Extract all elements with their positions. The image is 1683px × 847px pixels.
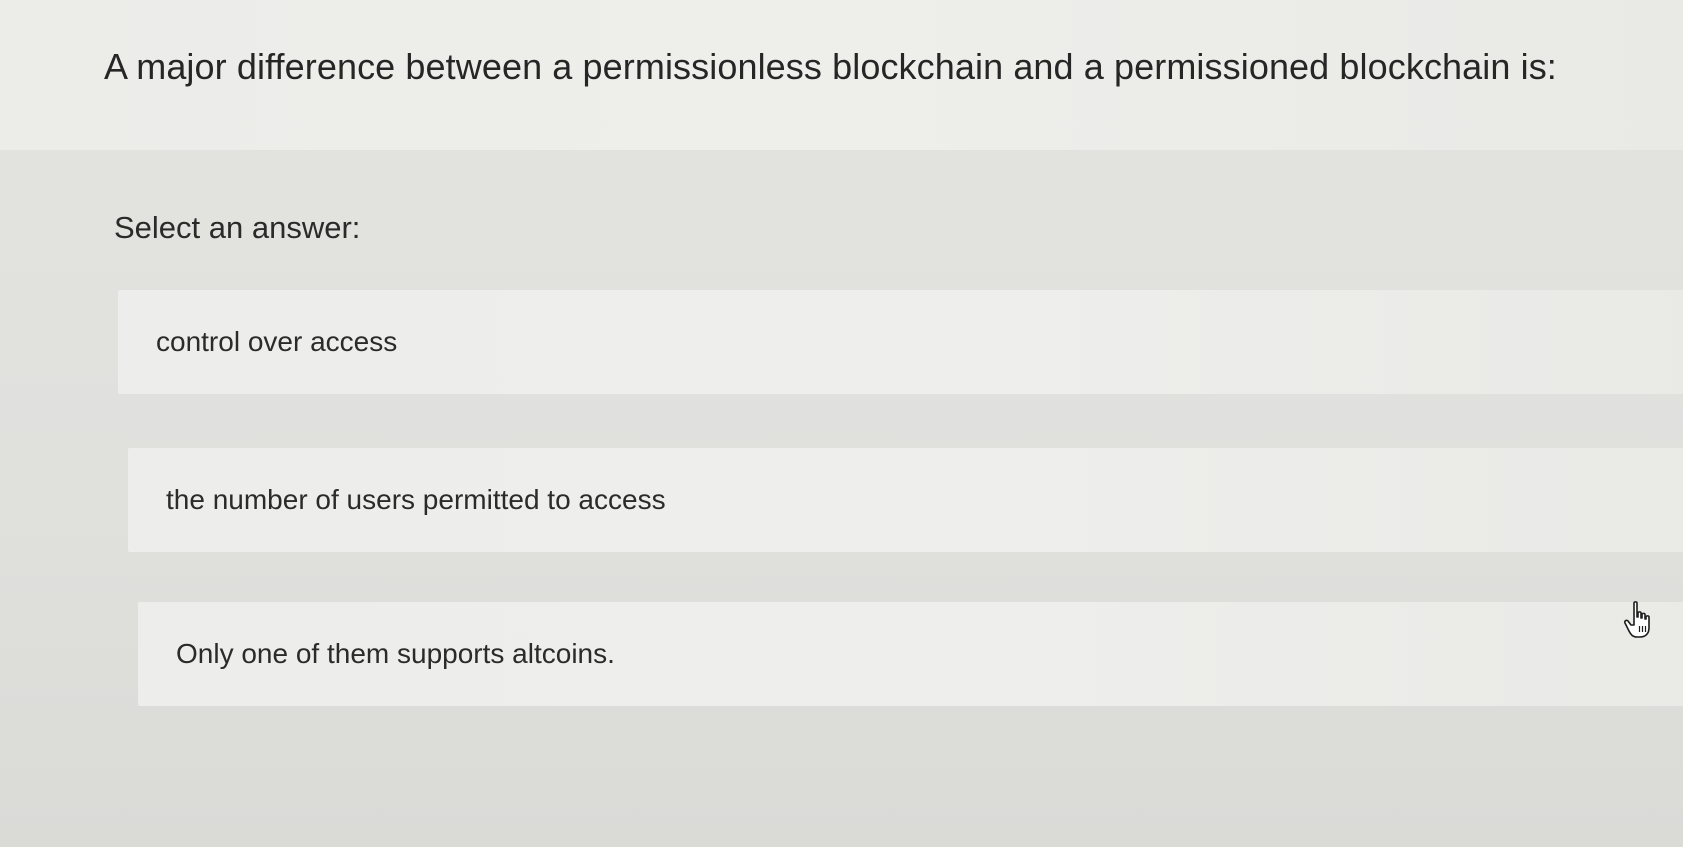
answer-option-label: the number of users permitted to access — [166, 484, 666, 515]
answer-option-number-of-users[interactable]: the number of users permitted to access — [128, 448, 1683, 552]
answer-option-label: control over access — [156, 326, 398, 357]
hand-pointer-icon — [1622, 600, 1656, 640]
select-answer-prompt: Select an answer: — [114, 210, 361, 245]
answer-option-control-over-access[interactable]: control over access — [118, 290, 1683, 394]
question-text: A major difference between a permissionl… — [104, 46, 1557, 87]
answer-option-label: Only one of them supports altcoins. — [176, 638, 615, 669]
answer-option-altcoins[interactable]: Only one of them supports altcoins. — [138, 602, 1683, 706]
